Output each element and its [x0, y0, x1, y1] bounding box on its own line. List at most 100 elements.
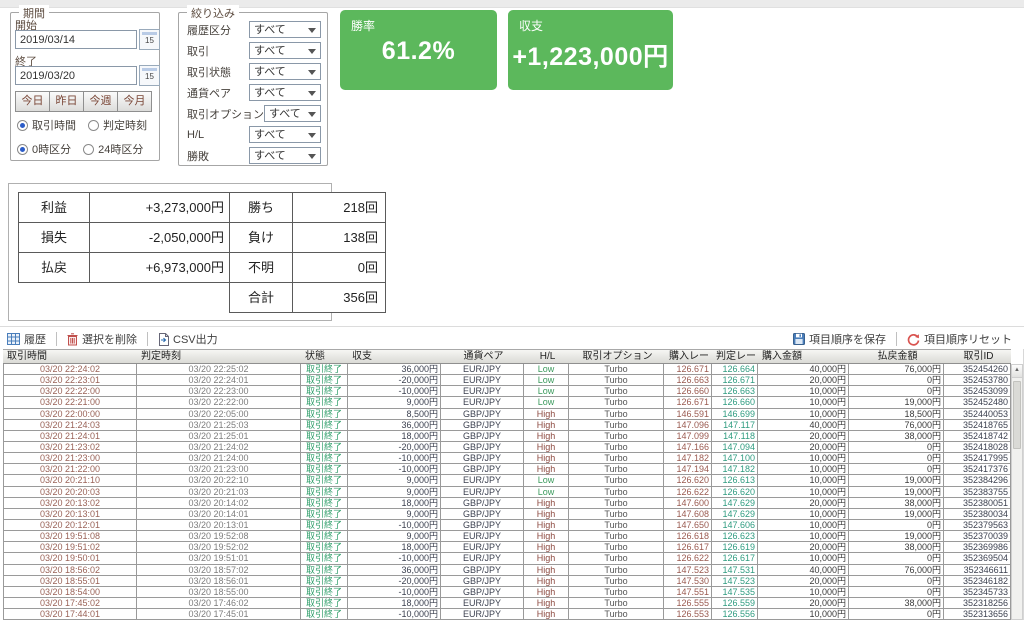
csv-export-button[interactable]: CSV出力 [158, 331, 218, 347]
start-date-input[interactable] [15, 30, 137, 49]
save-column-order-button[interactable]: 項目順序を保存 [793, 331, 886, 347]
cell-payout-amount: 0円 [849, 519, 944, 531]
summary-value: +6,973,000円 [90, 253, 231, 282]
table-row[interactable]: 03/20 22:00:00 03/20 22:05:00 取引終了 8,500円 GB… [3, 408, 1011, 420]
table-row[interactable]: 03/20 17:44:01 03/20 17:45:01 取引終了 -10,000円… [3, 609, 1011, 620]
table-row[interactable]: 03/20 21:24:03 03/20 21:25:03 取引終了 36,000円 G… [3, 419, 1011, 431]
cell-state: 取引終了 [301, 553, 348, 564]
cell-option: Turbo [569, 486, 664, 497]
filter-label: 履歴区分 [187, 24, 231, 37]
day-split-option-1[interactable]: 24時区分 [83, 141, 143, 157]
table-row[interactable]: 03/20 21:23:00 03/20 21:24:00 取引終了 -10,000円… [3, 453, 1011, 465]
cell-judge-rate: 146.699 [712, 408, 758, 419]
table-row[interactable]: 03/20 18:55:01 03/20 18:56:01 取引終了 -20,000円… [3, 575, 1011, 587]
cell-trade-time: 03/20 22:00:00 [3, 408, 137, 419]
column-header-state[interactable]: 状態 [301, 350, 348, 363]
cell-trade-time: 03/20 22:21:00 [3, 397, 137, 408]
end-date-calendar-button[interactable]: 15 [139, 65, 160, 86]
cell-option: Turbo [569, 408, 664, 419]
reset-column-order-button[interactable]: 項目順序リセット [907, 331, 1012, 347]
time-mode-option-0[interactable]: 取引時間 [17, 117, 76, 133]
scroll-up-button[interactable]: ▲ [1012, 365, 1022, 378]
cell-payout-amount: 18,500円 [849, 408, 944, 419]
cell-buy-rate: 147.099 [664, 430, 712, 441]
table-row[interactable]: 03/20 20:13:02 03/20 20:14:02 取引終了 18,000円 G… [3, 497, 1011, 509]
cell-buy-amount: 10,000円 [758, 397, 849, 408]
cell-trade-id: 352380034 [944, 508, 1011, 519]
summary-value: -2,050,000円 [90, 223, 231, 252]
cell-judge-time: 03/20 19:51:01 [137, 553, 301, 564]
filter-select-2[interactable]: すべて [249, 63, 321, 80]
table-scrollbar[interactable]: ▲ [1011, 364, 1023, 620]
cell-trade-id: 352379563 [944, 519, 1011, 531]
filter-select-6[interactable]: すべて [249, 147, 321, 164]
cell-trade-id: 352453780 [944, 375, 1011, 386]
cell-option: Turbo [569, 441, 664, 453]
table-row[interactable]: 03/20 20:20:03 03/20 20:21:03 取引終了 9,000円 EU… [3, 486, 1011, 498]
column-header-payout-amount[interactable]: 払戻金額 [849, 350, 944, 363]
cell-profit: -20,000円 [348, 575, 441, 586]
column-header-buy-amount[interactable]: 購入金額 [758, 350, 849, 363]
table-row[interactable]: 03/20 19:51:02 03/20 19:52:02 取引終了 18,000円 E… [3, 542, 1011, 554]
quick-date-button-1[interactable]: 昨日 [50, 91, 84, 112]
column-header-trade-time[interactable]: 取引時間 [3, 350, 137, 363]
day-split-option-0[interactable]: 0時区分 [17, 141, 71, 157]
cell-judge-rate: 147.531 [712, 564, 758, 575]
start-date-calendar-button[interactable]: 15 [139, 29, 160, 50]
filter-select-0[interactable]: すべて [249, 21, 321, 38]
history-button[interactable]: 履歴 [7, 331, 46, 347]
table-row[interactable]: 03/20 17:45:02 03/20 17:46:02 取引終了 18,000円 E… [3, 597, 1011, 610]
cell-judge-time: 03/20 20:21:03 [137, 486, 301, 497]
column-header-hl[interactable]: H/L [524, 350, 569, 363]
table-row[interactable]: 03/20 22:24:02 03/20 22:25:02 取引終了 36,000円 E… [3, 364, 1011, 376]
column-header-judge-rate[interactable]: 判定レー [712, 350, 758, 363]
table-row[interactable]: 03/20 19:50:01 03/20 19:51:01 取引終了 -10,000円… [3, 553, 1011, 565]
refresh-icon [907, 333, 920, 346]
column-header-pair[interactable]: 通貨ペア [441, 350, 524, 363]
column-header-buy-rate[interactable]: 購入レー [664, 350, 712, 363]
table-row[interactable]: 03/20 18:54:00 03/20 18:55:00 取引終了 -10,000円… [3, 586, 1011, 598]
table-row[interactable]: 03/20 19:51:08 03/20 19:52:08 取引終了 9,000円 EU… [3, 531, 1011, 543]
cell-buy-amount: 10,000円 [758, 508, 849, 519]
cell-profit: 18,000円 [348, 542, 441, 553]
column-header-trade-id[interactable]: 取引ID [944, 350, 1011, 363]
summary-label: 利益 [19, 193, 89, 222]
column-header-option[interactable]: 取引オプション [569, 350, 664, 363]
filter-select-1[interactable]: すべて [249, 42, 321, 59]
time-mode-option-1[interactable]: 判定時刻 [88, 117, 147, 133]
calendar-icon [142, 32, 157, 35]
quick-date-button-2[interactable]: 今週 [84, 91, 118, 112]
table-row[interactable]: 03/20 20:21:10 03/20 20:22:10 取引終了 9,000円 EU… [3, 475, 1011, 487]
column-header-judge-time[interactable]: 判定時刻 [137, 350, 301, 363]
quick-date-buttons: 今日 昨日 今週 今月 [15, 91, 152, 112]
delete-selection-button[interactable]: 選択を削除 [67, 331, 137, 347]
cell-trade-time: 03/20 21:24:01 [3, 430, 137, 441]
end-date-input[interactable] [15, 66, 137, 85]
filter-select-5[interactable]: すべて [249, 126, 321, 143]
cell-buy-rate: 147.166 [664, 441, 712, 453]
cell-hl: High [524, 609, 569, 620]
filter-select-3[interactable]: すべて [249, 84, 321, 101]
quick-date-button-3[interactable]: 今月 [118, 91, 152, 112]
cell-profit: -20,000円 [348, 441, 441, 453]
filter-select-4[interactable]: すべて [264, 105, 321, 122]
table-row[interactable]: 03/20 21:22:00 03/20 21:23:00 取引終了 -10,000円… [3, 464, 1011, 476]
table-row[interactable]: 03/20 22:23:01 03/20 22:24:01 取引終了 -20,000円… [3, 375, 1011, 387]
table-row[interactable]: 03/20 18:56:02 03/20 18:57:02 取引終了 36,000円 G… [3, 564, 1011, 576]
cell-profit: 9,000円 [348, 397, 441, 408]
column-header-profit[interactable]: 収支 [348, 350, 441, 363]
table-row[interactable]: 03/20 20:13:01 03/20 20:14:01 取引終了 9,000円 GB… [3, 508, 1011, 520]
scrollbar-thumb[interactable] [1013, 381, 1021, 449]
table-row[interactable]: 03/20 21:24:01 03/20 21:25:01 取引終了 18,000円 G… [3, 430, 1011, 442]
cell-payout-amount: 76,000円 [849, 419, 944, 430]
table-row[interactable]: 03/20 21:23:02 03/20 21:24:02 取引終了 -20,000円… [3, 441, 1011, 454]
cell-hl: High [524, 531, 569, 542]
history-toolbar: 履歴 選択を削除 CSV出力 項目順序を保存 項目順序リセット [0, 330, 1024, 348]
table-row[interactable]: 03/20 22:21:00 03/20 22:22:00 取引終了 9,000円 EU… [3, 397, 1011, 409]
cell-buy-amount: 10,000円 [758, 531, 849, 542]
cell-trade-id: 352454260 [944, 364, 1011, 375]
table-row[interactable]: 03/20 22:22:00 03/20 22:23:00 取引終了 -10,000円… [3, 386, 1011, 398]
table-row[interactable]: 03/20 20:12:01 03/20 20:13:01 取引終了 -10,000円… [3, 519, 1011, 532]
quick-date-button-0[interactable]: 今日 [15, 91, 50, 112]
cell-judge-rate: 126.664 [712, 364, 758, 375]
